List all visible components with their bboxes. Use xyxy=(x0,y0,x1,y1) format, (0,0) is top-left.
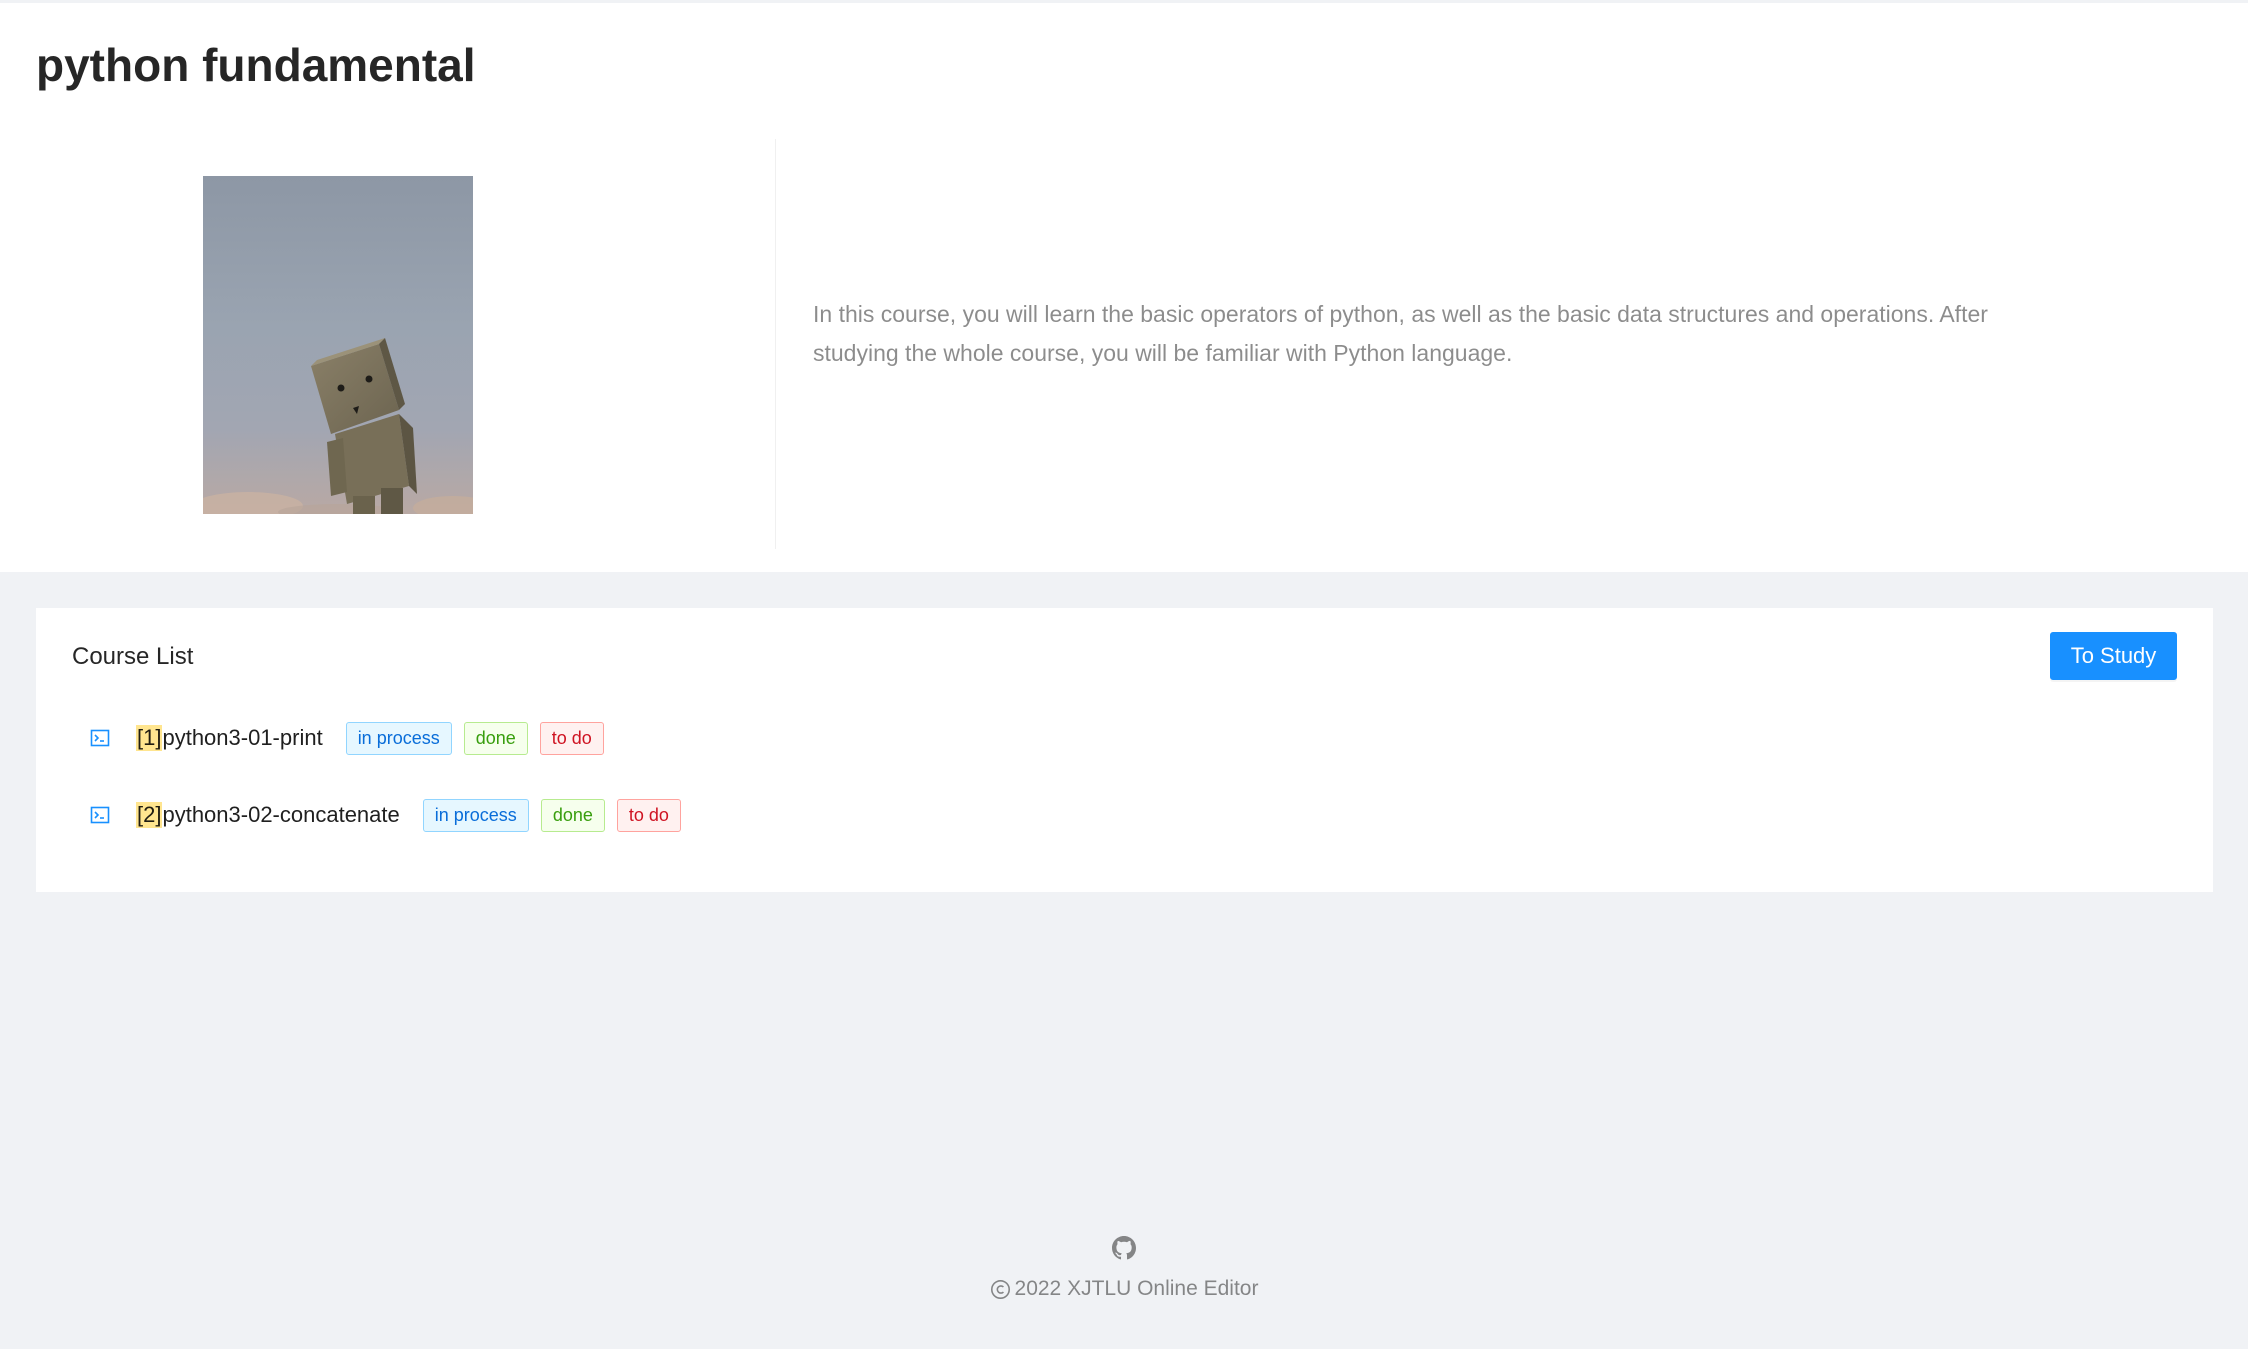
status-tag-to-do: to do xyxy=(616,798,681,832)
status-tag-in-process: in process xyxy=(422,798,529,832)
status-tag-done: done xyxy=(463,721,528,755)
cover-column xyxy=(0,139,776,549)
github-icon[interactable] xyxy=(1112,1236,1136,1260)
status-tag-in-process: in process xyxy=(345,721,452,755)
page-title: python fundamental xyxy=(36,39,476,91)
lesson-item[interactable]: [2] python3-02-concatenate in process do… xyxy=(90,797,693,833)
lesson-index: [1] xyxy=(136,725,163,751)
copyright: 2022 XJTLU Online Editor xyxy=(0,1277,2248,1301)
course-header: python fundamental In this course, you w… xyxy=(0,3,2248,572)
course-list-title: Course List xyxy=(72,643,194,670)
course-cover-image xyxy=(203,176,473,514)
copyright-icon xyxy=(990,1279,1010,1299)
lesson-item[interactable]: [1] python3-01-print in process done to … xyxy=(90,720,616,756)
to-study-button[interactable]: To Study xyxy=(2050,632,2177,680)
code-icon xyxy=(90,806,110,824)
status-tag-to-do: to do xyxy=(539,721,604,755)
copyright-text: 2022 XJTLU Online Editor xyxy=(1014,1277,1259,1300)
lesson-name[interactable]: python3-02-concatenate xyxy=(162,802,399,828)
footer: 2022 XJTLU Online Editor xyxy=(0,1236,2248,1301)
status-tag-done: done xyxy=(540,798,605,832)
code-icon xyxy=(90,729,110,747)
course-list-card: Course List To Study [1] python3-01-prin… xyxy=(36,608,2213,892)
course-description: In this course, you will learn the basic… xyxy=(813,301,1988,366)
lesson-index: [2] xyxy=(136,802,163,828)
lesson-name[interactable]: python3-01-print xyxy=(162,725,322,751)
